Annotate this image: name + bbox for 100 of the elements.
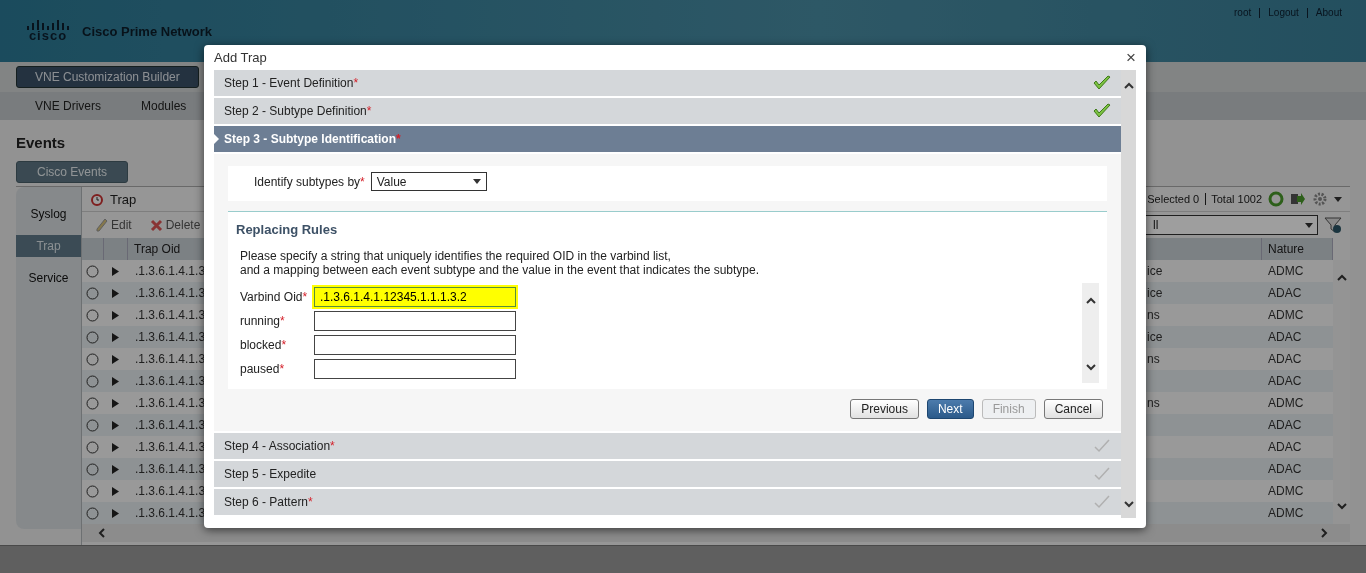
pencil-icon xyxy=(96,218,108,232)
toolbar-button[interactable]: Delete xyxy=(143,218,207,232)
expand-icon[interactable] xyxy=(112,420,119,430)
table-cell: ADMC xyxy=(1268,396,1304,410)
step-header[interactable]: Step 2 - Subtype Definition* xyxy=(214,98,1121,124)
scroll-left-icon[interactable] xyxy=(96,527,108,539)
field-label: running* xyxy=(240,314,286,328)
expand-icon[interactable] xyxy=(112,442,119,452)
export-icon[interactable] xyxy=(1290,192,1306,206)
product-name: Cisco Prime Network xyxy=(82,23,213,39)
input-field[interactable] xyxy=(314,359,516,379)
delete-icon xyxy=(149,218,163,232)
expand-icon[interactable] xyxy=(112,332,119,342)
expand-icon[interactable] xyxy=(112,508,119,518)
radio-icon[interactable] xyxy=(86,462,99,476)
expand-icon[interactable] xyxy=(112,486,119,496)
step-header[interactable]: Step 4 - Association* xyxy=(214,433,1121,459)
step-header[interactable]: Step 1 - Event Definition* xyxy=(214,70,1121,96)
table-cell: ns xyxy=(1147,352,1160,366)
table-cell: ADMC xyxy=(1268,484,1304,498)
nav-item[interactable]: VNE Drivers xyxy=(35,99,101,113)
category-button[interactable]: Cisco Events xyxy=(16,161,129,183)
step-title: Step 2 - Subtype Definition* xyxy=(224,104,372,118)
dialog-button[interactable]: Cancel xyxy=(1043,399,1103,419)
subtype-select[interactable]: Value xyxy=(370,172,487,191)
field-label: paused* xyxy=(240,362,286,376)
scrollbar[interactable] xyxy=(1082,283,1099,383)
field-label: Identify subtypes by* xyxy=(254,174,365,189)
radio-icon[interactable] xyxy=(86,506,99,520)
step-header[interactable]: Step 3 - Subtype Identification* xyxy=(214,126,1121,152)
step-title: Step 3 - Subtype Identification* xyxy=(224,132,401,146)
expand-icon[interactable] xyxy=(112,398,119,408)
table-cell: ADMC xyxy=(1268,308,1304,322)
expand-icon[interactable] xyxy=(112,376,119,386)
expand-icon[interactable] xyxy=(112,354,119,364)
logo-text: cisco xyxy=(28,30,68,42)
input-field[interactable] xyxy=(314,335,516,355)
radio-icon[interactable] xyxy=(86,374,99,388)
alarm-clock-icon xyxy=(90,192,104,206)
input-field[interactable] xyxy=(314,311,516,331)
logo-bars-icon xyxy=(26,20,70,30)
scroll-down-icon[interactable] xyxy=(1122,498,1135,510)
gear-icon[interactable] xyxy=(1312,191,1328,207)
scroll-right-icon[interactable] xyxy=(1318,527,1330,539)
table-cell: ADAC xyxy=(1268,418,1302,432)
selected-count: Selected 0 xyxy=(1147,193,1200,205)
radio-icon[interactable] xyxy=(86,418,99,432)
input-field[interactable]: .1.3.6.1.4.1.12345.1.1.1.3.2 xyxy=(314,287,516,307)
scrollbar[interactable] xyxy=(1121,70,1136,518)
table-cell: ADAC xyxy=(1268,330,1302,344)
expand-icon[interactable] xyxy=(112,266,119,276)
table-cell: .1.3.6.1.4.1.3 xyxy=(135,374,206,388)
table-cell: ADAC xyxy=(1268,462,1302,476)
table-cell: ice xyxy=(1147,286,1163,300)
radio-icon[interactable] xyxy=(86,264,99,278)
scroll-down-icon[interactable] xyxy=(1335,500,1348,512)
section-title: Replacing Rules xyxy=(236,222,339,237)
side-tab[interactable]: Syslog xyxy=(16,203,81,225)
side-tab[interactable]: Service xyxy=(16,267,81,289)
toolbar-button[interactable]: Edit xyxy=(90,218,138,232)
page-title: Events xyxy=(16,134,66,151)
table-cell: .1.3.6.1.4.1.3 xyxy=(135,484,206,498)
table-cell: ADMC xyxy=(1268,264,1304,278)
table-cell: .1.3.6.1.4.1.3 xyxy=(135,330,206,344)
total-count: Total 1002 xyxy=(1205,193,1262,205)
expand-icon[interactable] xyxy=(112,310,119,320)
table-cell: ADAC xyxy=(1268,440,1302,454)
radio-icon[interactable] xyxy=(86,352,99,366)
scroll-down-icon[interactable] xyxy=(1084,361,1097,373)
radio-icon[interactable] xyxy=(86,396,99,410)
nav-item[interactable]: Modules xyxy=(141,99,187,113)
dialog-button[interactable]: Previous xyxy=(850,399,919,419)
table-cell: .1.3.6.1.4.1.3 xyxy=(135,352,206,366)
radio-icon[interactable] xyxy=(86,308,99,322)
step-header[interactable]: Step 6 - Pattern* xyxy=(214,489,1121,515)
table-cell: ns xyxy=(1147,396,1160,410)
expand-icon[interactable] xyxy=(112,464,119,474)
table-cell: .1.3.6.1.4.1.3 xyxy=(135,264,206,278)
close-button[interactable]: × xyxy=(1126,49,1136,66)
caret-icon xyxy=(472,179,481,184)
table-cell: .1.3.6.1.4.1.3 xyxy=(135,462,206,476)
description: Please specify a string that uniquely identifies the required OID in the varbind list, and a mapping between each event subtype and the value in the event that indicates the subtype. xyxy=(239,249,761,277)
step-header[interactable]: Step 5 - Expedite xyxy=(214,461,1121,487)
dialog-button[interactable]: Next xyxy=(926,399,974,419)
refresh-icon[interactable] xyxy=(1268,191,1284,207)
radio-icon[interactable] xyxy=(86,286,99,300)
filter-icon[interactable] xyxy=(1324,216,1342,234)
caret-icon xyxy=(1305,222,1313,228)
table-cell: .1.3.6.1.4.1.3 xyxy=(135,440,206,454)
radio-icon[interactable] xyxy=(86,440,99,454)
table-cell: ADAC xyxy=(1268,286,1302,300)
table-cell: ice xyxy=(1147,264,1163,278)
builder-button[interactable]: VNE Customization Builder xyxy=(16,66,199,88)
caret-icon xyxy=(1334,196,1342,202)
table-cell: ADAC xyxy=(1268,374,1302,388)
radio-icon[interactable] xyxy=(86,484,99,498)
step-title: Step 4 - Association* xyxy=(224,439,335,453)
expand-icon[interactable] xyxy=(112,288,119,298)
radio-icon[interactable] xyxy=(86,330,99,344)
side-tab[interactable]: Trap xyxy=(16,235,81,257)
